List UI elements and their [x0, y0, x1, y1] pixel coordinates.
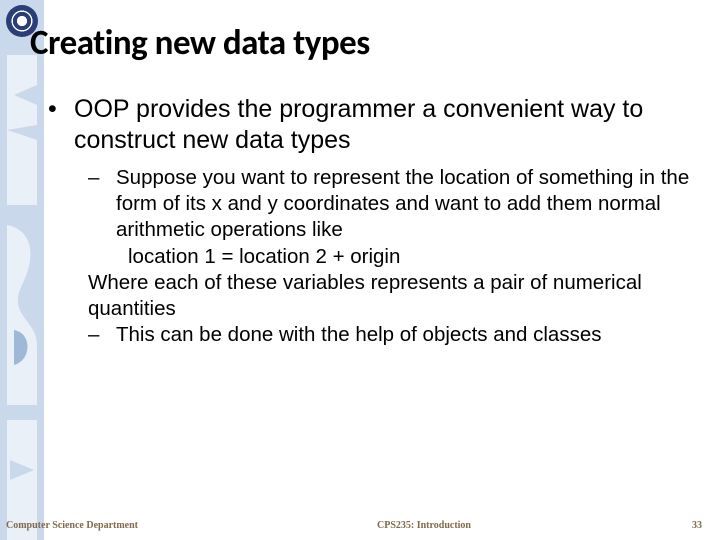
sub-bullet-2-text: This can be done with the help of object… [116, 322, 692, 348]
slide-body: • OOP provides the programmer a convenie… [30, 94, 692, 349]
slide-title: Creating new data types [30, 22, 692, 64]
sub-bullet-1: – Suppose you want to represent the loca… [88, 165, 692, 244]
footer-center: CPS235: Introduction [206, 520, 642, 531]
dash-glyph: – [88, 322, 116, 348]
bullet-text: OOP provides the programmer a convenient… [74, 94, 692, 155]
sub-bullet-1-text: Suppose you want to represent the locati… [116, 165, 692, 244]
university-seal-icon [6, 5, 38, 37]
bullet-glyph: • [48, 94, 74, 155]
slide-content: Creating new data types • OOP provides t… [0, 0, 720, 540]
bullet-level1: • OOP provides the programmer a convenie… [48, 94, 692, 155]
footer-left: Computer Science Department [6, 520, 206, 531]
sub-bullets: – Suppose you want to represent the loca… [48, 165, 692, 349]
code-line: location 1 = location 2 + origin [88, 244, 692, 270]
dash-glyph: – [88, 165, 116, 244]
footer-right: 33 [642, 520, 702, 531]
sub-bullet-2: – This can be done with the help of obje… [88, 322, 692, 348]
slide-footer: Computer Science Department CPS235: Intr… [0, 520, 720, 531]
where-line: Where each of these variables represents… [88, 270, 692, 322]
